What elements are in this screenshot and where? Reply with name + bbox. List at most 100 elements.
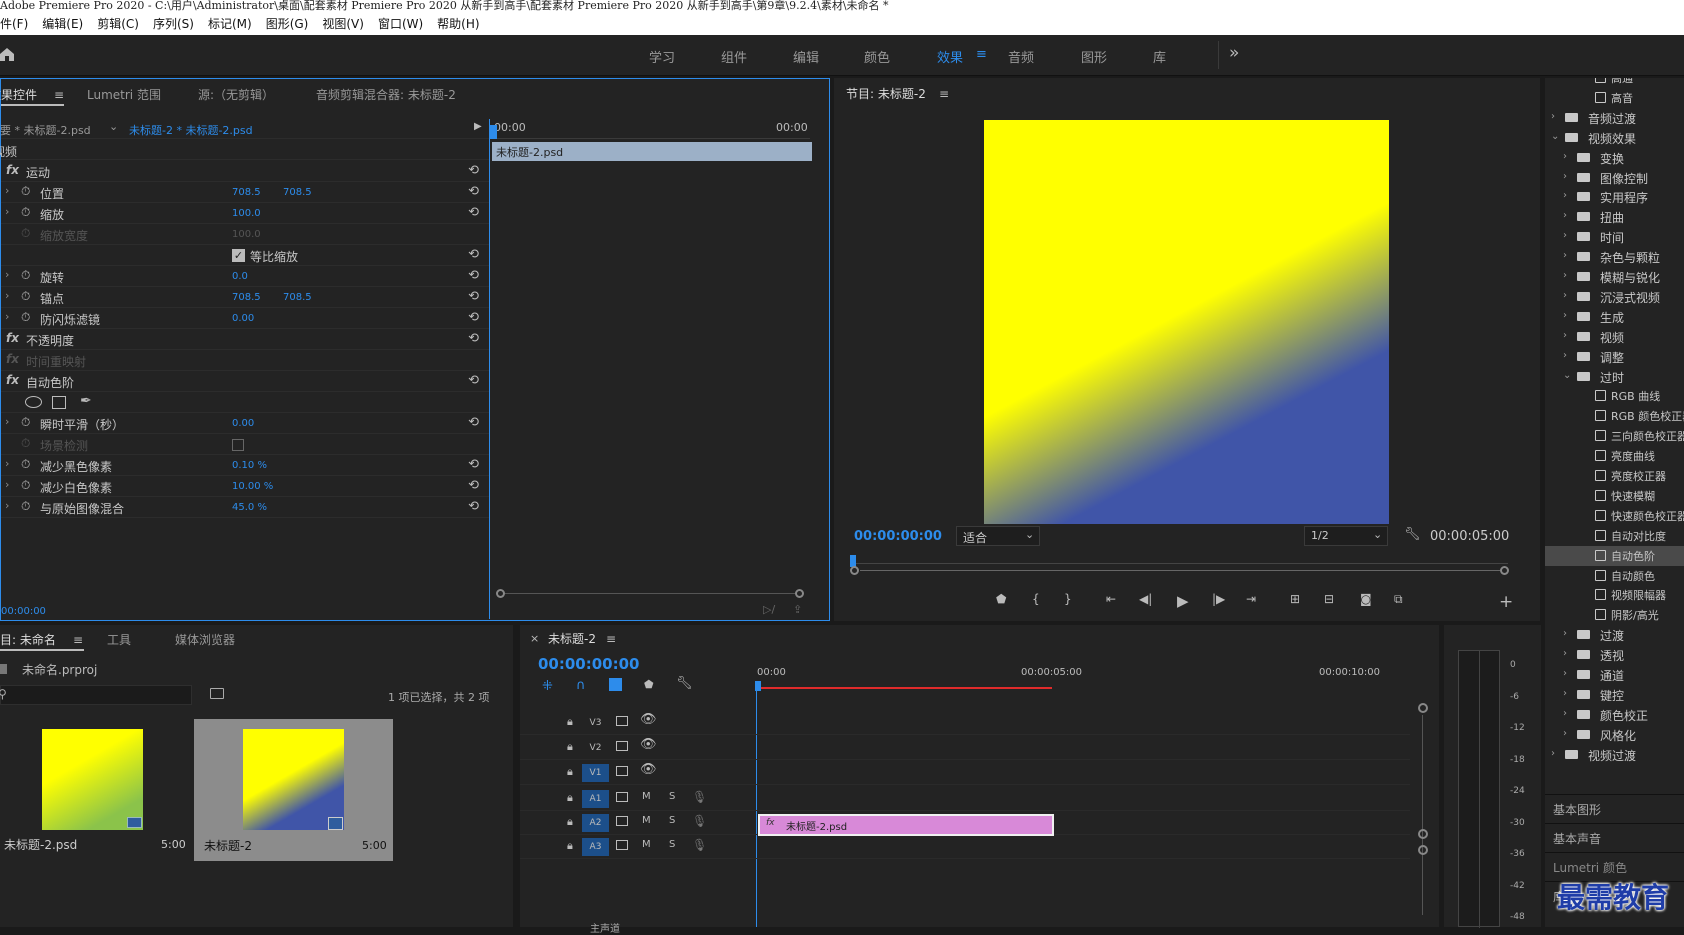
effect-row[interactable]: › ⏱︎ 减少白色像素 10.00 % ⟲ — [1, 476, 489, 497]
eye-icon[interactable]: 👁︎ — [640, 712, 657, 727]
step-forward-icon[interactable]: |▶ — [1212, 592, 1225, 606]
stopwatch-icon[interactable]: ⏱︎ — [21, 457, 30, 472]
stopwatch-icon[interactable]: ⏱︎ — [21, 415, 30, 430]
project-item[interactable]: 未标题-2.psd 5:00 — [0, 719, 186, 853]
chevron-right-icon[interactable]: › — [1563, 151, 1567, 162]
checkbox-checked[interactable]: ✓ — [232, 249, 245, 262]
stopwatch-icon[interactable]: ⏱︎ — [21, 205, 30, 220]
workspace-tab[interactable]: 编辑 — [793, 47, 819, 66]
effects-bin[interactable]: › 扭曲 — [1545, 207, 1684, 227]
lock-icon[interactable]: 🔒︎ — [567, 740, 573, 754]
chevron-right-icon[interactable]: › — [1563, 330, 1567, 341]
effects-bin[interactable]: ⌄ 视频效果 — [1545, 128, 1684, 148]
effect-row[interactable]: ⏱︎ 场景检测 — [1, 434, 489, 455]
property-value[interactable]: 100.0 — [232, 229, 261, 240]
project-item-selected[interactable]: 未标题-2 5:00 — [194, 719, 393, 861]
chevron-down-icon[interactable]: ⌄ — [1563, 370, 1571, 381]
chevron-right-icon[interactable]: › — [1563, 350, 1567, 361]
add-marker-icon[interactable]: ⬟ — [644, 678, 654, 691]
fx-icon[interactable]: fx — [6, 331, 19, 345]
add-button-icon[interactable]: + — [1499, 592, 1513, 612]
checkbox[interactable] — [232, 439, 244, 451]
lock-icon[interactable]: 🔒︎ — [567, 839, 573, 853]
effects-bin[interactable]: › 颜色校正 — [1545, 705, 1684, 725]
menu-item[interactable]: 窗口(W) — [378, 17, 423, 31]
step-back-icon[interactable]: ◀| — [1139, 592, 1152, 606]
tab-menu-icon[interactable]: ≡ — [606, 632, 616, 646]
fx-icon[interactable]: fx — [6, 163, 19, 177]
effect-row[interactable]: › ⏱︎ 瞬时平滑（秒） 0.00 ⟲ — [1, 413, 489, 434]
chevron-right-icon[interactable]: › — [1563, 210, 1567, 221]
property-value[interactable]: 708.5 — [232, 187, 261, 198]
chevron-down-icon[interactable]: ⌄ — [1551, 131, 1559, 142]
reset-icon[interactable]: ⟲ — [468, 310, 479, 325]
sync-lock-icon[interactable] — [616, 792, 628, 802]
panel-section[interactable]: 基本图形 — [1545, 794, 1684, 822]
chevron-right-icon[interactable]: › — [5, 268, 9, 281]
reset-icon[interactable]: ⟲ — [468, 163, 479, 178]
extract-icon[interactable]: ⊟ — [1324, 592, 1334, 606]
effect-preset[interactable]: 亮度曲线 — [1545, 446, 1684, 466]
sync-lock-icon[interactable] — [616, 716, 628, 726]
clip-selector[interactable]: 未标题-2 * 未标题-2.psd — [129, 122, 253, 138]
effect-preset[interactable]: 快速模糊 — [1545, 486, 1684, 506]
go-to-out-icon[interactable]: ⇥ — [1246, 592, 1256, 606]
effect-preset[interactable]: 自动对比度 — [1545, 526, 1684, 546]
fx-icon[interactable]: fx — [6, 352, 19, 366]
workspace-tab[interactable]: 组件 — [721, 47, 747, 66]
workspace-tab[interactable]: 库 — [1153, 47, 1166, 66]
effects-bin[interactable]: ⌄ 过时 — [1545, 367, 1684, 387]
chevron-right-icon[interactable]: › — [1563, 171, 1567, 182]
effects-bin[interactable]: › 生成 — [1545, 307, 1684, 327]
ec-playhead[interactable] — [490, 125, 497, 139]
lock-icon[interactable]: 🔒︎ — [567, 791, 573, 805]
tab-menu-icon[interactable]: ≡ — [73, 633, 83, 647]
chevron-right-icon[interactable]: › — [5, 499, 9, 512]
lock-icon[interactable]: 🔒︎ — [567, 715, 573, 729]
chevron-right-icon[interactable]: › — [5, 289, 9, 302]
tab-source[interactable]: 源:（无剪辑） — [198, 86, 274, 103]
chevron-right-icon[interactable]: › — [5, 457, 9, 470]
effects-bin[interactable]: › 视频 — [1545, 327, 1684, 347]
workspace-tab[interactable]: 颜色 — [864, 47, 890, 66]
master-clip-label[interactable]: 主要 * 未标题-2.psd — [0, 122, 91, 138]
stopwatch-icon[interactable]: ⏱︎ — [21, 436, 30, 451]
go-to-in-icon[interactable]: ⇤ — [1106, 592, 1116, 606]
pen-mask-icon[interactable]: ✒︎ — [80, 393, 92, 409]
property-value[interactable]: 708.5 — [283, 187, 312, 198]
workspace-tab[interactable]: 图形 — [1081, 47, 1107, 66]
effects-bin[interactable]: › 模糊与锐化 — [1545, 267, 1684, 287]
effects-bin[interactable]: › 沉浸式视频 — [1545, 287, 1684, 307]
close-icon[interactable]: × — [530, 632, 539, 645]
tab-effect-controls[interactable]: 效果控件 — [0, 86, 37, 103]
effect-preset[interactable]: 自动颜色 — [1545, 566, 1684, 586]
track-target[interactable]: A1 — [582, 790, 609, 808]
property-value[interactable]: 0.10 % — [232, 460, 267, 471]
mute-button[interactable]: M — [642, 839, 651, 850]
menu-item[interactable]: 序列(S) — [153, 17, 194, 31]
effect-row[interactable]: ⏱︎ 缩放宽度 100.0 — [1, 224, 489, 245]
new-bin-icon[interactable] — [210, 688, 224, 699]
effect-row[interactable]: › ⏱︎ 锚点 708.5 708.5 ⟲ — [1, 287, 489, 308]
effect-preset[interactable]: 高通 — [1545, 78, 1684, 88]
effect-preset[interactable]: RGB 颜色校正器 — [1545, 406, 1684, 426]
menu-item[interactable]: 视图(V) — [322, 17, 364, 31]
program-timecode[interactable]: 00:00:00:00 — [854, 529, 942, 544]
mute-button[interactable]: M — [642, 815, 651, 826]
property-value[interactable]: 708.5 — [232, 292, 261, 303]
reset-icon[interactable]: ⟲ — [468, 457, 479, 472]
effect-preset[interactable]: 自动色阶 — [1545, 545, 1684, 566]
insert-nest-icon[interactable]: ⁜ — [542, 679, 553, 694]
tab-tools[interactable]: 工具 — [107, 631, 131, 648]
timeline-timecode[interactable]: 00:00:00:00 — [538, 655, 640, 673]
effect-row[interactable]: › ⏱︎ 缩放 100.0 ⟲ — [1, 203, 489, 224]
chevron-right-icon[interactable]: › — [1563, 708, 1567, 719]
property-value[interactable]: 0.0 — [232, 271, 248, 282]
effects-bin[interactable]: › 音频过渡 — [1545, 108, 1684, 128]
effects-bin[interactable]: › 杂色与颗粒 — [1545, 247, 1684, 267]
microphone-icon[interactable]: 🎙︎ — [692, 838, 707, 852]
chevron-right-icon[interactable]: › — [1563, 628, 1567, 639]
effect-preset[interactable]: RGB 曲线 — [1545, 386, 1684, 406]
tab-media-browser[interactable]: 媒体浏览器 — [175, 631, 235, 648]
filter-icon[interactable]: ▷/ — [763, 603, 775, 616]
